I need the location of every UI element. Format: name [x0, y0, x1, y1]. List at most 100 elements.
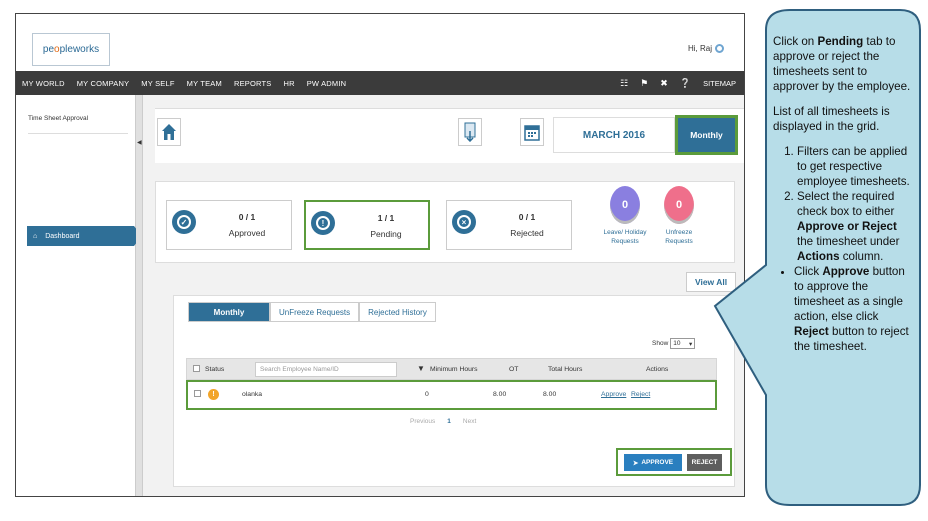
- nav-reports[interactable]: REPORTS: [228, 79, 278, 88]
- exclamation-circle-icon: !: [311, 211, 335, 235]
- col-minimum-hours: Minimum Hours: [430, 366, 478, 373]
- callout-li2-b: Approve or Reject: [797, 220, 897, 233]
- sidebar: Time Sheet Approval ⌂ Dashboard: [16, 95, 142, 496]
- rejected-card[interactable]: × 0 / 1 Rejected: [446, 200, 572, 250]
- home-button[interactable]: [157, 118, 181, 146]
- monthly-view-button[interactable]: Monthly: [675, 115, 738, 155]
- row-reject-link[interactable]: Reject: [631, 391, 650, 398]
- row-checkbox[interactable]: [194, 390, 201, 397]
- approved-label: Approved: [228, 228, 266, 238]
- tab-unfreeze-requests[interactable]: UnFreeze Requests: [270, 302, 360, 322]
- peopleworks-logo[interactable]: pe o pleworks: [32, 33, 110, 66]
- nav-my-company[interactable]: MY COMPANY: [71, 79, 136, 88]
- user-greeting: Hi, Raj: [688, 44, 724, 53]
- callout-step-1: Filters can be applied to get respective…: [797, 144, 913, 189]
- logo-text-a: pe: [42, 44, 55, 55]
- pending-status-icon: !: [208, 389, 219, 400]
- show-label: Show: [652, 340, 669, 347]
- nav-my-self[interactable]: MY SELF: [135, 79, 180, 88]
- callout-li2-c: the timesheet under: [797, 235, 900, 248]
- sidebar-collapse-handle[interactable]: ◀: [136, 95, 143, 496]
- calendar-button[interactable]: [520, 118, 544, 146]
- nav-right-tools: ☷ ⚑ ✖ ❔ SITEMAP: [620, 71, 736, 95]
- check-circle-icon: ✓: [172, 210, 196, 234]
- col-total-hours: Total Hours: [548, 366, 583, 373]
- callout-li3-b: Approve: [822, 265, 870, 278]
- tab-rejected-history[interactable]: Rejected History: [359, 302, 436, 322]
- callout-p1-a: Click on: [773, 35, 818, 48]
- page-size-select[interactable]: 10 ▾: [670, 338, 696, 349]
- greeting-text: Hi, Raj: [687, 44, 712, 53]
- row-approve-link[interactable]: Approve: [601, 391, 626, 398]
- callout-p1-b: Pending: [817, 35, 864, 48]
- nav-sitemap[interactable]: SITEMAP: [703, 79, 736, 88]
- pager-page-1[interactable]: 1: [447, 418, 451, 425]
- approved-count: 0 / 1: [238, 212, 256, 222]
- document-export-icon: [464, 122, 476, 142]
- callout-li2-d: Actions: [797, 250, 840, 263]
- export-button[interactable]: [458, 118, 482, 146]
- col-actions: Actions: [646, 366, 669, 373]
- help-icon[interactable]: ❔: [680, 78, 691, 89]
- send-icon: ➤: [632, 459, 639, 467]
- sidebar-divider: [28, 133, 128, 134]
- app-window: pe o pleworks Hi, Raj MY WORLD MY COMPANY …: [15, 13, 745, 497]
- book-icon[interactable]: ☷: [620, 78, 628, 89]
- callout-step-2: Select the required check box to either …: [797, 189, 913, 264]
- grid-tabs: Monthly UnFreeze Requests Rejected Histo…: [188, 302, 436, 322]
- selected-month[interactable]: MARCH 2016: [553, 117, 675, 153]
- unfreeze-count[interactable]: 0: [664, 186, 694, 224]
- tools-icon[interactable]: ✖: [660, 78, 668, 89]
- timesheet-grid-panel: Monthly UnFreeze Requests Rejected Histo…: [173, 295, 735, 487]
- view-all-button[interactable]: View All: [686, 272, 736, 292]
- sidebar-item-dashboard[interactable]: ⌂ Dashboard: [27, 226, 142, 246]
- rejected-count: 0 / 1: [518, 212, 536, 222]
- callout-li3-d: Reject: [794, 325, 829, 338]
- callout-paragraph-2: List of all timesheets is displayed in t…: [773, 105, 890, 133]
- pending-count: 1 / 1: [377, 213, 395, 223]
- nav-my-team[interactable]: MY TEAM: [181, 79, 228, 88]
- chevron-left-icon: ◀: [137, 140, 142, 146]
- pager-previous[interactable]: Previous: [410, 418, 435, 425]
- ot-value: 8.00: [493, 391, 507, 398]
- unfreeze-label-1: Unfreeze: [665, 229, 693, 236]
- x-circle-icon: ×: [452, 210, 476, 234]
- nav-hr[interactable]: HR: [277, 79, 300, 88]
- filter-icon[interactable]: ▼: [417, 364, 425, 373]
- pager-next[interactable]: Next: [463, 418, 476, 425]
- logo-text-b: pleworks: [59, 44, 100, 55]
- approve-button[interactable]: ➤ APPROVE: [624, 454, 682, 471]
- home-icon: [162, 124, 176, 140]
- settings-gear-icon[interactable]: [715, 44, 724, 53]
- top-navbar: MY WORLD MY COMPANY MY SELF MY TEAM REPO…: [16, 71, 744, 95]
- chevron-down-icon: ▾: [689, 340, 693, 348]
- page-size-control: Show 10 ▾: [652, 338, 696, 349]
- employee-name: olanka: [242, 391, 263, 398]
- approved-card[interactable]: ✓ 0 / 1 Approved: [166, 200, 292, 250]
- tab-monthly[interactable]: Monthly: [188, 302, 270, 322]
- callout-steps: Filters can be applied to get respective…: [773, 144, 913, 264]
- callout-bullets: Click Approve button to approve the time…: [770, 264, 913, 354]
- pagination: Previous 1 Next: [410, 418, 476, 425]
- nav-my-world[interactable]: MY WORLD: [16, 79, 71, 88]
- reject-button[interactable]: REJECT: [687, 454, 722, 471]
- calendar-icon: [524, 125, 540, 141]
- callout-bullet-1: Click Approve button to approve the time…: [794, 264, 913, 354]
- select-all-checkbox[interactable]: [193, 365, 200, 372]
- bulk-actions: ➤ APPROVE REJECT: [616, 448, 732, 476]
- min-hours-value: 0: [425, 391, 429, 398]
- dashboard-icon: ⌂: [33, 232, 38, 240]
- search-employee-input[interactable]: Search Employee Name/ID: [255, 362, 397, 377]
- col-status: Status: [205, 366, 225, 373]
- table-header: Status Search Employee Name/ID ▼ Minimum…: [186, 358, 717, 380]
- leave-holiday-label-2: Requests: [611, 238, 639, 245]
- flag-icon[interactable]: ⚑: [640, 78, 648, 89]
- status-summary-panel: ✓ 0 / 1 Approved ! 1 / 1 Pending × 0 / 1…: [155, 181, 735, 263]
- nav-pw-admin[interactable]: PW ADMIN: [301, 79, 353, 88]
- unfreeze-label-2: Requests: [665, 238, 693, 245]
- pending-card[interactable]: ! 1 / 1 Pending: [304, 200, 430, 250]
- sidebar-title: Time Sheet Approval: [28, 115, 89, 122]
- leave-holiday-count[interactable]: 0: [610, 186, 640, 224]
- main-content: MARCH 2016 Monthly ✓ 0 / 1 Approved ! 1 …: [143, 95, 744, 496]
- callout-text: Click on Pending tab to approve or rejec…: [773, 34, 913, 354]
